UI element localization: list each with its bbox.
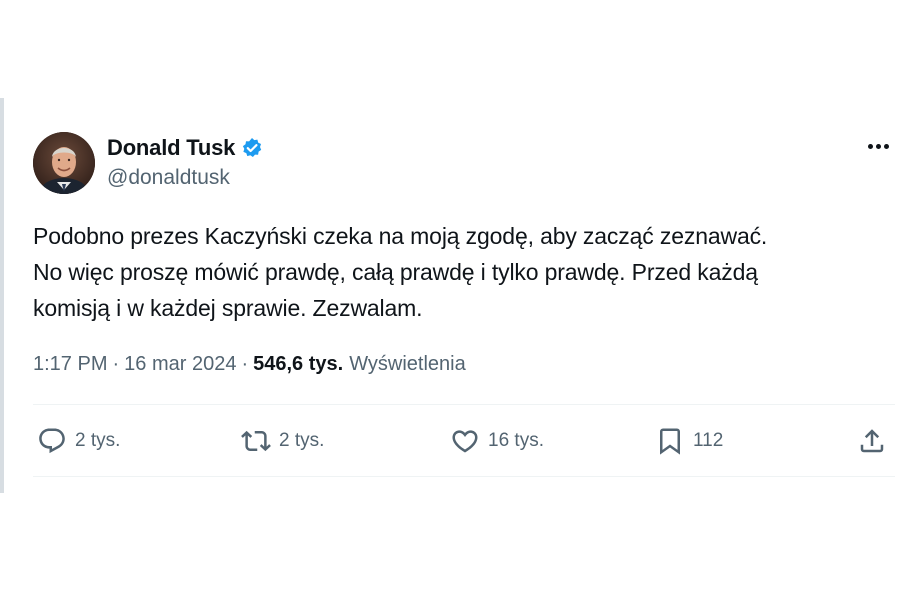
tweet-text-line: komisją i w każdej sprawie. Zezwalam.: [33, 295, 423, 321]
meta-separator: ·: [241, 352, 249, 375]
tweet-header: Donald Tusk @donaldtusk: [33, 128, 895, 194]
retweet-icon: [241, 426, 271, 456]
tweet-time[interactable]: 1:17 PM: [33, 353, 107, 376]
reply-count: 2 tys.: [75, 430, 121, 451]
like-icon: [450, 426, 480, 456]
reply-icon: [37, 426, 67, 456]
bookmark-count: 112: [693, 430, 724, 451]
meta-separator: ·: [112, 352, 120, 375]
name-row: Donald Tusk: [107, 134, 263, 162]
tweet-text-line: Podobno prezes Kaczyński czeka na moją z…: [33, 223, 768, 249]
avatar[interactable]: [33, 132, 95, 194]
tweet-card: Donald Tusk @donaldtusk Podobno prezes K…: [33, 128, 895, 483]
divider: [33, 404, 895, 405]
action-bar: 2 tys. 2 tys. 16 tys. 112: [33, 423, 895, 459]
more-icon[interactable]: [863, 134, 893, 158]
views-count: 546,6 tys.: [253, 352, 344, 375]
like-button[interactable]: 16 tys.: [450, 423, 544, 459]
tweet-screenshot: Donald Tusk @donaldtusk Podobno prezes K…: [0, 0, 900, 591]
views-label: Wyświetlenia: [349, 352, 466, 375]
like-count: 16 tys.: [488, 430, 544, 451]
bookmark-icon: [655, 426, 685, 456]
thread-rule: [0, 98, 4, 493]
verified-badge-icon[interactable]: [241, 137, 263, 159]
tweet-meta: 1:17 PM · 16 mar 2024 · 546,6 tys. Wyświ…: [33, 350, 466, 378]
handle[interactable]: @donaldtusk: [107, 166, 230, 190]
share-icon: [857, 426, 887, 456]
divider: [33, 476, 895, 477]
reply-button[interactable]: 2 tys.: [37, 423, 120, 459]
tweet-date[interactable]: 16 mar 2024: [124, 353, 236, 376]
retweet-button[interactable]: 2 tys.: [241, 423, 324, 459]
tweet-text: Podobno prezes Kaczyński czeka na moją z…: [33, 218, 895, 326]
share-button[interactable]: [857, 423, 887, 459]
tweet-text-line: No więc proszę mówić prawdę, całą prawdę…: [33, 259, 758, 285]
display-name[interactable]: Donald Tusk: [107, 135, 235, 161]
bookmark-button[interactable]: 112: [655, 423, 723, 459]
retweet-count: 2 tys.: [279, 430, 325, 451]
